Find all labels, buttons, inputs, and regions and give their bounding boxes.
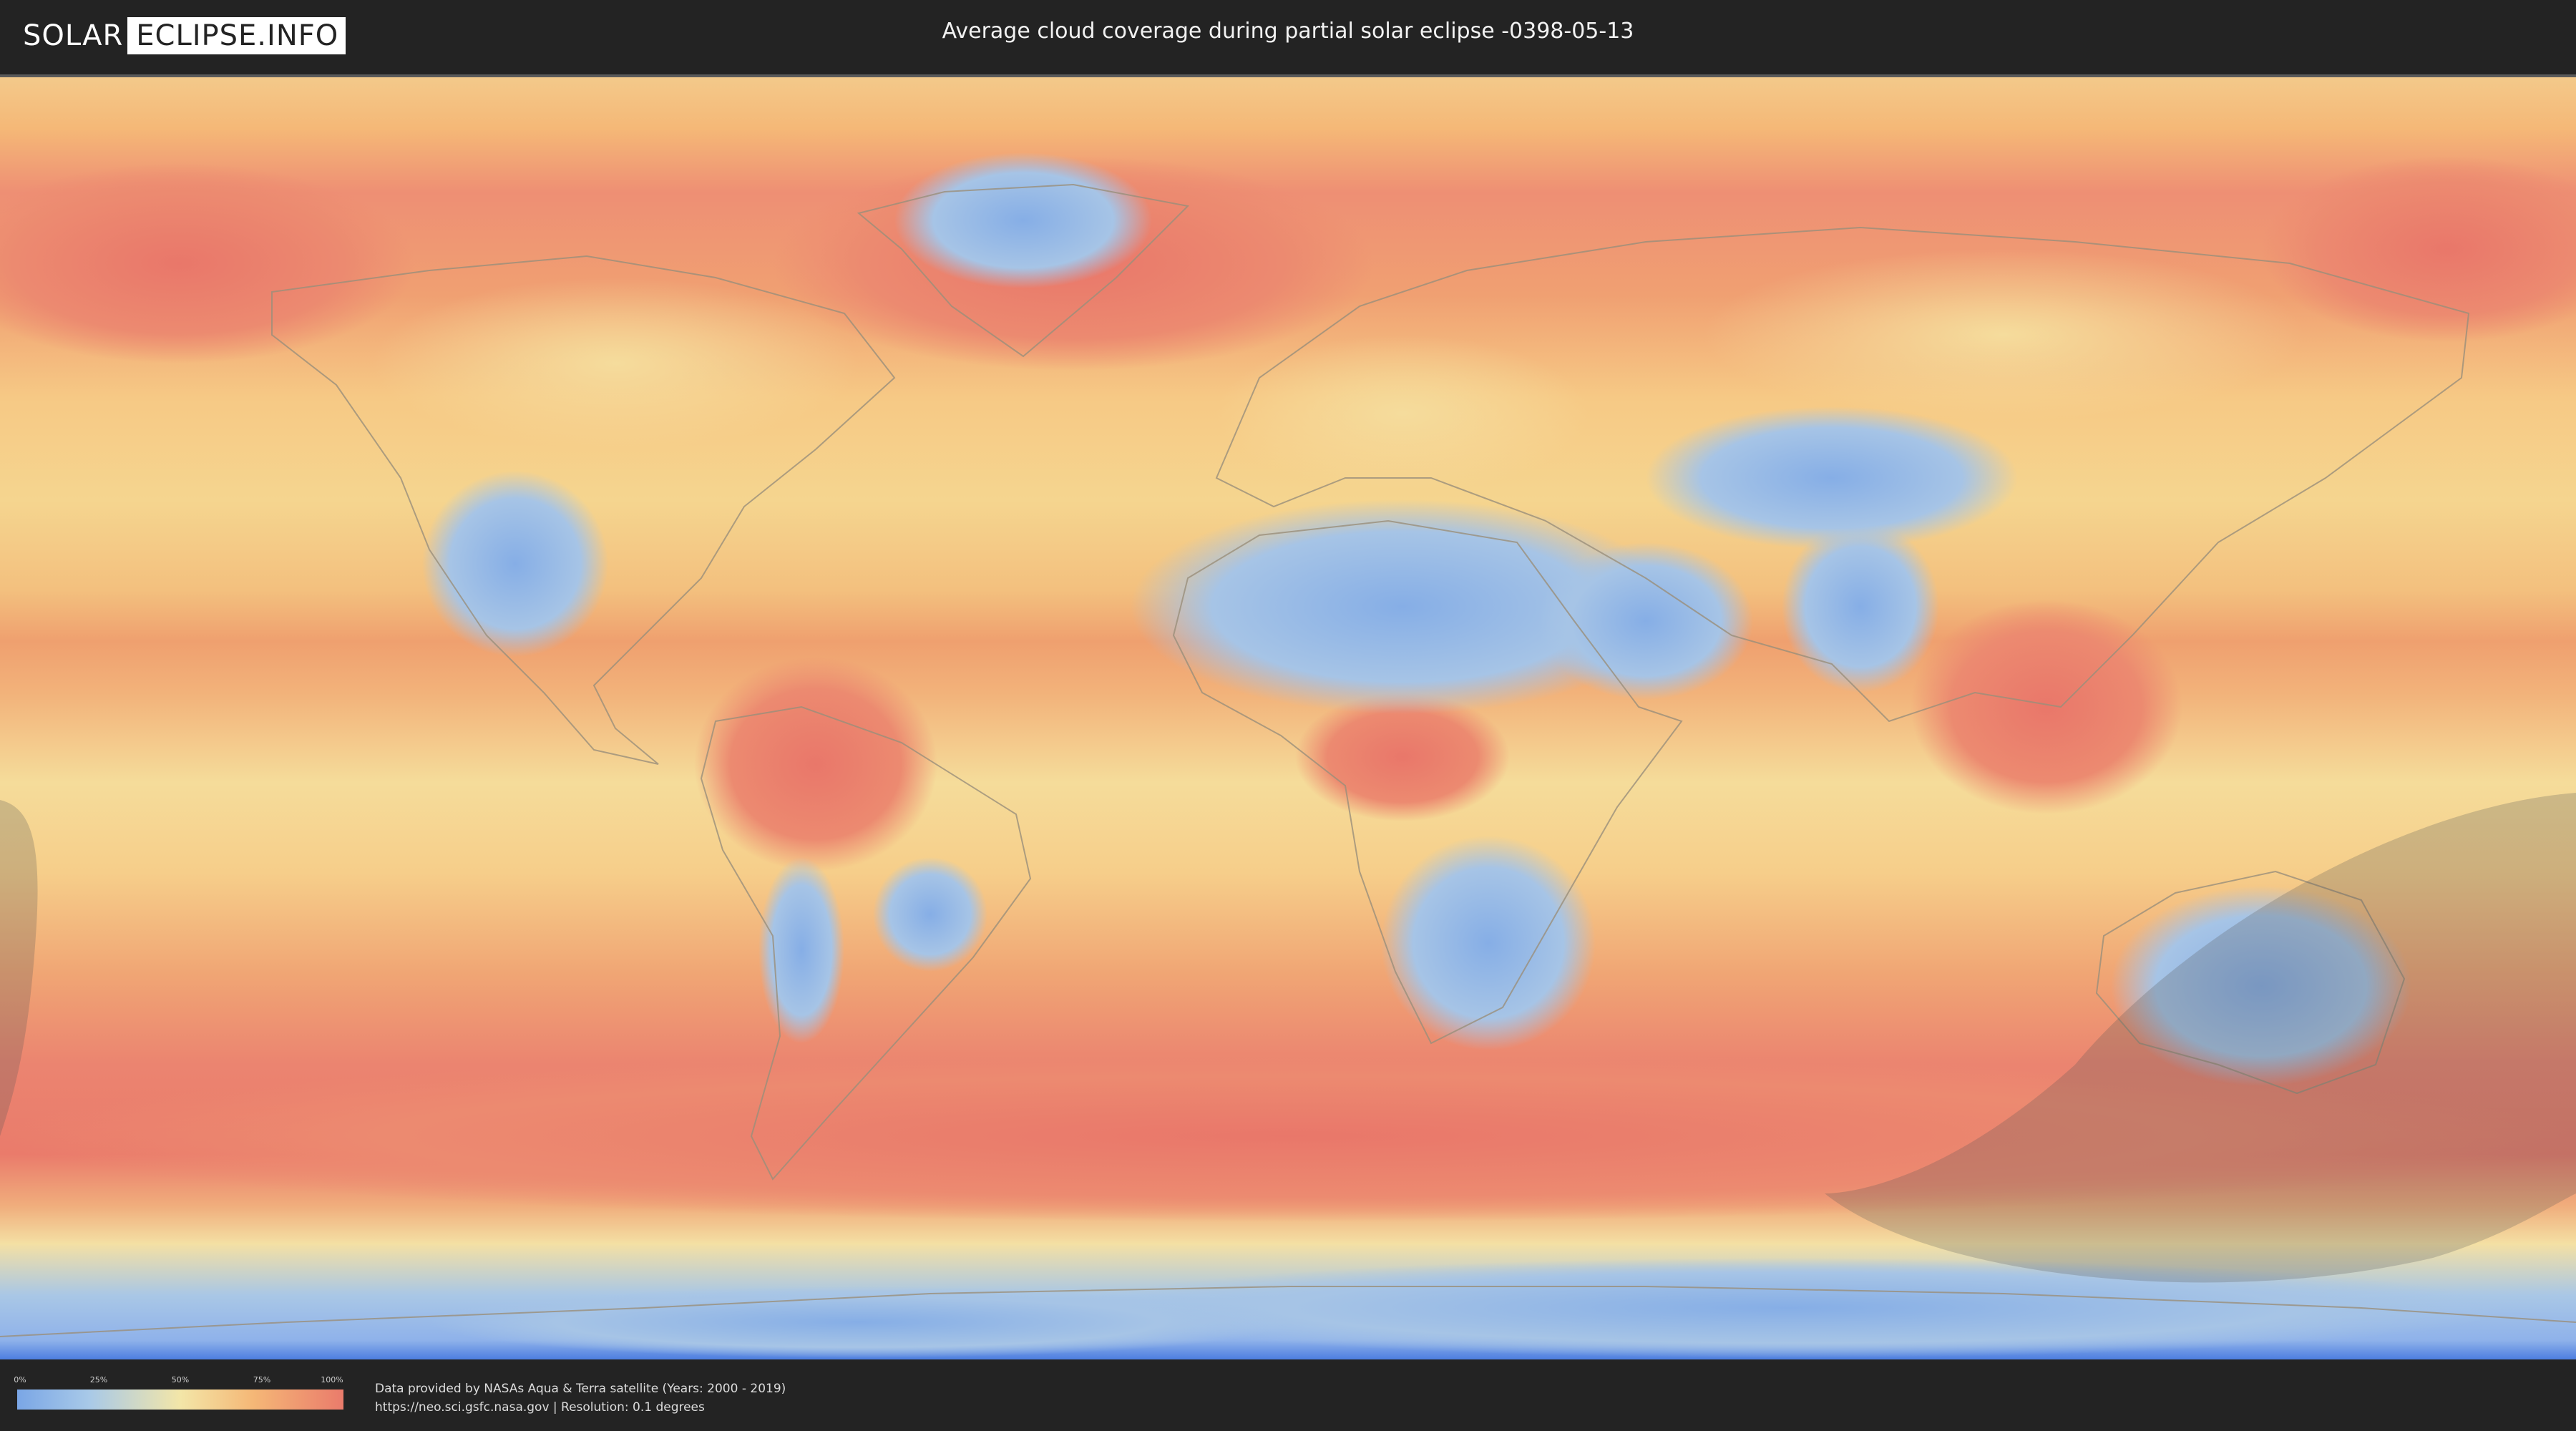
arabia-clear (1538, 542, 1753, 700)
page-title: Average cloud coverage during partial so… (942, 19, 1634, 44)
legend-tick-50: 50% (171, 1375, 190, 1384)
legend-ticks: 0% 25% 50% 75% 100% (14, 1375, 343, 1385)
siberia-mid (1703, 249, 2304, 421)
southern-africa-clear (1381, 836, 1596, 1050)
india-clear (1782, 521, 1939, 693)
footer-bar: 0% 25% 50% 75% 100% Data provided by NAS… (0, 1359, 2576, 1431)
map-frame (0, 74, 2576, 1359)
brazil-clear (873, 857, 987, 972)
legend-tick-25: 25% (89, 1375, 108, 1384)
legend-tick-100: 100% (321, 1375, 343, 1384)
southeast-asia-clouds (1911, 600, 2182, 814)
header-bar: SOLAR ECLIPSE.INFO Average cloud coverag… (0, 0, 2576, 72)
color-legend: 0% 25% 50% 75% 100% (14, 1375, 343, 1418)
credits-line-source: Data provided by NASAs Aqua & Terra sate… (375, 1382, 786, 1396)
cloud-coverage-map[interactable] (0, 77, 2576, 1359)
legend-tick-0: 0% (14, 1375, 26, 1384)
north-america-sw-clear (422, 471, 608, 657)
canada-mid (372, 278, 859, 449)
andes-clear (758, 857, 844, 1043)
legend-gradient-bar (17, 1390, 343, 1410)
credits-line-url[interactable]: https://neo.sci.gsfc.nasa.gov | Resoluti… (375, 1398, 786, 1417)
europe-mid (1216, 335, 1589, 492)
greenland-clear (894, 152, 1152, 288)
data-credits: Data provided by NASAs Aqua & Terra sate… (375, 1379, 786, 1417)
legend-tick-75: 75% (253, 1375, 271, 1384)
amazon-clouds (694, 657, 937, 871)
page: SOLAR ECLIPSE.INFO Average cloud coverag… (0, 0, 2576, 1431)
